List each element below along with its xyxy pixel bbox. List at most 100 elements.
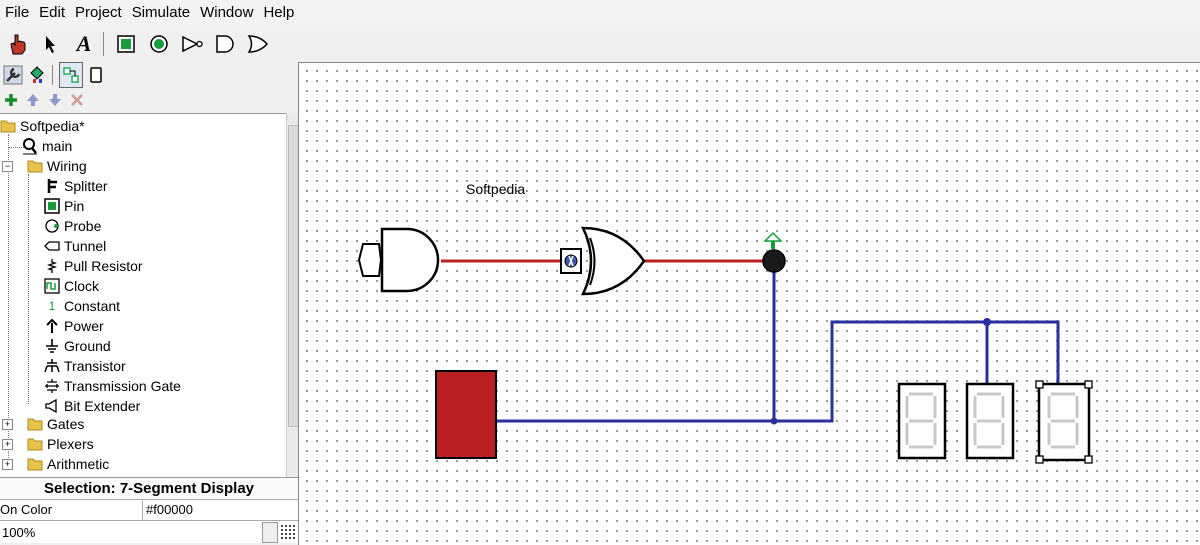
- tree-item-label: Pin: [64, 198, 85, 214]
- tunnel-icon: [44, 241, 60, 251]
- menu-file[interactable]: File: [0, 0, 34, 26]
- circuit-canvas[interactable]: Softpedia: [298, 62, 1200, 545]
- tree-item-pull-resistor[interactable]: Pull Resistor: [44, 256, 143, 276]
- tree-item-tunnel[interactable]: Tunnel: [44, 236, 106, 256]
- circuit-drawing: [357, 226, 1093, 464]
- text-tool-icon: A: [76, 31, 92, 56]
- tree-item-label: Pull Resistor: [64, 258, 143, 274]
- move-down-button[interactable]: [44, 89, 66, 111]
- tree-item-constant[interactable]: 1 Constant: [44, 296, 120, 316]
- delete-button[interactable]: [66, 89, 88, 111]
- tree-item-label: Transmission Gate: [64, 378, 181, 394]
- delete-icon: [71, 94, 83, 106]
- tree-item-label: Splitter: [64, 178, 108, 194]
- tree-item-label: Gates: [47, 416, 85, 432]
- tree-item-transistor[interactable]: Transistor: [44, 356, 126, 376]
- attribute-value-field[interactable]: #f00000: [146, 502, 193, 517]
- tree-item-splitter[interactable]: Splitter: [44, 176, 108, 196]
- simulation-view-button[interactable]: [26, 63, 48, 87]
- probe-icon: [45, 219, 59, 233]
- or-gate-button[interactable]: [243, 29, 273, 59]
- tree-item-arithmetic[interactable]: + Arithmetic: [2, 454, 109, 474]
- not-gate-button[interactable]: [177, 29, 207, 59]
- tree-item-power[interactable]: Power: [44, 316, 104, 336]
- transistor-icon: [44, 359, 60, 373]
- collapse-toggle-icon[interactable]: −: [2, 160, 13, 172]
- zoom-value[interactable]: 100%: [2, 525, 35, 540]
- tree-item-transmission-gate[interactable]: Transmission Gate: [44, 376, 181, 396]
- not-gate-icon: [182, 35, 203, 53]
- tree-item-pin[interactable]: Pin: [44, 196, 84, 216]
- tree-item-main[interactable]: main: [22, 136, 72, 156]
- poke-tool-icon: [10, 34, 26, 55]
- wrench-icon: [3, 65, 23, 85]
- layout-view-button[interactable]: [59, 62, 83, 88]
- tree-item-bit-extender[interactable]: Bit Extender: [44, 396, 140, 416]
- folder-icon: [27, 160, 43, 173]
- tree-item-label: Probe: [64, 218, 102, 234]
- tree-item-wiring[interactable]: − Wiring: [2, 156, 87, 176]
- toolbar-separator: [103, 32, 104, 56]
- menu-project[interactable]: Project: [70, 0, 127, 26]
- appearance-view-button[interactable]: [85, 63, 107, 87]
- text-tool-button[interactable]: A: [69, 29, 99, 59]
- tree-item-gates[interactable]: + Gates: [2, 414, 84, 434]
- and-gate-icon: [216, 35, 234, 53]
- simulation-tree-icon: [30, 66, 44, 83]
- menu-window[interactable]: Window: [195, 0, 258, 26]
- menu-help[interactable]: Help: [258, 0, 299, 26]
- tree-item-label: Plexers: [47, 436, 94, 452]
- explorer-view-toolbar: [0, 62, 300, 88]
- and-gate[interactable]: [357, 227, 440, 293]
- expand-toggle-icon[interactable]: +: [2, 418, 13, 430]
- seven-segment-display-3-selected[interactable]: [1035, 380, 1093, 464]
- move-up-button[interactable]: [22, 89, 44, 111]
- toolbox-view-button[interactable]: [2, 63, 24, 87]
- tree-item-probe[interactable]: Probe: [44, 216, 101, 236]
- grid-toggle-icon[interactable]: [280, 524, 296, 540]
- tree-item-label: Softpedia*: [20, 118, 85, 134]
- tree-item-ground[interactable]: Ground: [44, 336, 111, 356]
- zoom-spinner[interactable]: [262, 522, 278, 543]
- main-toolbar: A: [0, 28, 1200, 60]
- toolbar-separator: [52, 65, 53, 85]
- attribute-divider: [142, 500, 143, 520]
- explorer-action-toolbar: [0, 89, 300, 111]
- select-tool-button[interactable]: [36, 29, 66, 59]
- move-down-icon: [49, 94, 61, 106]
- or-gate[interactable]: [560, 226, 646, 296]
- output-probe[interactable]: [762, 231, 786, 273]
- selection-title: Selection: 7-Segment Display: [0, 477, 298, 500]
- add-circuit-button[interactable]: [0, 89, 22, 111]
- tree-guide: [28, 174, 29, 404]
- and-gate-button[interactable]: [210, 29, 240, 59]
- folder-icon: [27, 418, 43, 431]
- tree-item-label: Power: [64, 318, 104, 334]
- tree-item-clock[interactable]: Clock: [44, 276, 99, 296]
- seven-segment-display-2[interactable]: [965, 382, 1015, 460]
- or-gate-icon: [247, 35, 268, 53]
- ground-icon: [46, 339, 58, 353]
- tree-item-label: Clock: [64, 278, 100, 294]
- menu-edit[interactable]: Edit: [34, 0, 70, 26]
- splitter-icon: [47, 179, 57, 193]
- tree-item-label: Bit Extender: [64, 398, 141, 414]
- seven-segment-display-1[interactable]: [897, 382, 947, 460]
- tree-item-label: Transistor: [64, 358, 126, 374]
- folder-icon: [0, 120, 16, 133]
- wire-junction: [770, 417, 778, 425]
- expand-toggle-icon[interactable]: +: [2, 438, 13, 450]
- output-pin-button[interactable]: [144, 29, 174, 59]
- tree-item-label: Arithmetic: [47, 456, 110, 472]
- poke-tool-button[interactable]: [3, 29, 33, 59]
- menu-simulate[interactable]: Simulate: [127, 0, 195, 26]
- tree-item-project[interactable]: Softpedia*: [0, 116, 85, 136]
- layout-icon: [63, 67, 79, 83]
- expand-toggle-icon[interactable]: +: [2, 458, 13, 470]
- input-pin-button[interactable]: [111, 29, 141, 59]
- tree-item-plexers[interactable]: + Plexers: [2, 434, 94, 454]
- led-block[interactable]: [435, 370, 497, 459]
- constant-icon: 1: [48, 299, 56, 313]
- explorer-tree: Softpedia* main − Wiring Splitter Pin Pr…: [0, 113, 298, 478]
- select-tool-icon: [46, 36, 55, 53]
